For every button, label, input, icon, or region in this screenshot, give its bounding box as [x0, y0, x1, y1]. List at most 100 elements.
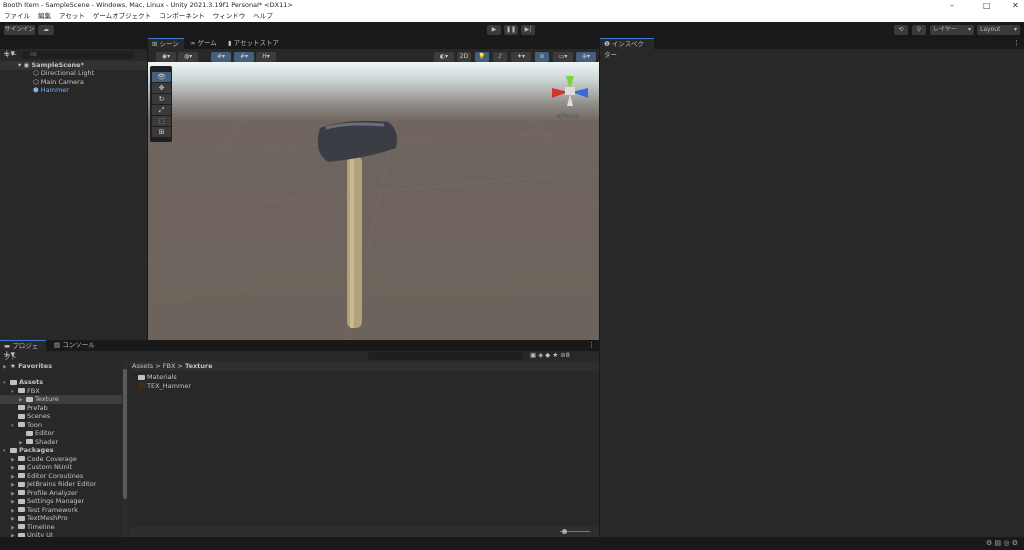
- render-dropdown[interactable]: ◍▾: [178, 52, 198, 62]
- minimize-button[interactable]: –: [950, 0, 954, 11]
- folder-tree-item[interactable]: ▶Custom NUnit: [11, 463, 72, 472]
- filter-icons[interactable]: ▣ ◈ ◆ ★ ⊘8: [530, 351, 570, 359]
- orientation-gizmo[interactable]: [548, 70, 593, 110]
- folder-icon: [10, 448, 17, 453]
- projection-label[interactable]: ⋞Persp: [556, 112, 579, 120]
- folder-tree-item[interactable]: ▾Assets: [3, 378, 43, 387]
- folder-tree-item[interactable]: ▶Settings Manager: [11, 497, 84, 506]
- item-label: Favorites: [18, 362, 52, 370]
- tree-scrollbar[interactable]: [122, 361, 128, 537]
- step-button[interactable]: ▶|: [521, 25, 535, 35]
- menu-component[interactable]: コンポーネント: [159, 12, 205, 20]
- folder-icon: [26, 397, 33, 402]
- folder-icon: [18, 499, 25, 504]
- expand-arrow-icon[interactable]: ▾: [3, 379, 10, 388]
- slider-thumb[interactable]: [562, 529, 567, 534]
- hidden-objects-icon[interactable]: ⊘: [535, 52, 549, 62]
- project-search-input[interactable]: [368, 352, 523, 360]
- breadcrumb-fbx[interactable]: FBX: [163, 362, 176, 370]
- folder-tree-item[interactable]: ▶Test Framework: [11, 506, 78, 515]
- lighting-toggle-icon[interactable]: 💡: [475, 52, 489, 62]
- 2d-toggle[interactable]: 2D: [457, 52, 471, 62]
- align-button[interactable]: H▾: [256, 52, 276, 62]
- history-icon[interactable]: ⟲: [894, 25, 908, 35]
- folder-icon: [26, 439, 33, 444]
- tools-overlay: 👁 ✥ ↻ ⤢ ⬚ ⊞: [150, 66, 172, 142]
- folder-tree-item[interactable]: ▾ Packages: [3, 446, 53, 455]
- camera-dropdown[interactable]: ▭▾: [553, 52, 573, 62]
- move-tool-icon[interactable]: ✥: [152, 83, 171, 93]
- rotate-tool-icon[interactable]: ↻: [152, 94, 171, 104]
- project-footer: [130, 527, 599, 537]
- folder-tree-item[interactable]: ▶Timeline: [11, 523, 55, 532]
- search-icon[interactable]: ⚲: [912, 25, 926, 35]
- hierarchy-item[interactable]: ⬢ Hammer: [33, 86, 69, 95]
- expand-arrow-icon[interactable]: ▾: [11, 422, 18, 431]
- menu-file[interactable]: ファイル: [4, 12, 30, 20]
- hierarchy-item[interactable]: ⬡ Main Camera: [33, 78, 84, 87]
- layout-dropdown[interactable]: Layout▾: [977, 25, 1020, 35]
- add-button[interactable]: +▾: [3, 50, 15, 59]
- hierarchy-item[interactable]: ⬡ Directional Light: [33, 69, 94, 78]
- folder-icon: [18, 473, 25, 478]
- status-icons[interactable]: ⚙ ▤ ◎ ⚙: [986, 539, 1018, 547]
- folder-tree-item[interactable]: ▶Shader: [19, 438, 58, 447]
- folder-tree-item[interactable]: ▶JetBrains Rider Editor: [11, 480, 96, 489]
- item-label: Test Framework: [27, 506, 78, 514]
- menu-edit[interactable]: 編集: [38, 12, 51, 20]
- more-icon[interactable]: ⋮: [1013, 39, 1020, 47]
- tab-inspector[interactable]: ❶ インスペクター: [600, 38, 654, 49]
- item-label: Packages: [19, 446, 53, 454]
- draw-mode-dropdown[interactable]: ◉▾: [156, 52, 176, 62]
- scene-name: SampleScene*: [31, 61, 84, 69]
- menu-assets[interactable]: アセット: [59, 12, 85, 20]
- file-item-materials[interactable]: Materials: [138, 373, 177, 382]
- grid-snap-button[interactable]: #▾: [211, 52, 231, 62]
- sign-in-button[interactable]: サインイン: [4, 25, 35, 35]
- folder-icon: [18, 516, 25, 521]
- play-button[interactable]: ▶: [487, 25, 501, 35]
- folder-tree-item[interactable]: ▶Editor Coroutines: [11, 472, 83, 481]
- breadcrumb-assets[interactable]: Assets: [132, 362, 153, 370]
- breadcrumb-texture[interactable]: Texture: [185, 362, 213, 370]
- tab-label: ゲーム: [197, 39, 216, 47]
- menu-gameobject[interactable]: ゲームオブジェクト: [93, 12, 151, 20]
- layers-dropdown[interactable]: レイヤー▾: [930, 25, 974, 35]
- folder-tree-item[interactable]: ▶Texture: [0, 395, 122, 404]
- shading-dropdown[interactable]: ◐▾: [434, 52, 454, 62]
- more-icon[interactable]: ⋮: [588, 341, 595, 349]
- expand-arrow-icon[interactable]: ▾: [3, 447, 10, 456]
- effects-dropdown[interactable]: ✦▾: [511, 52, 531, 62]
- tab-asset-store[interactable]: ▮ アセットストア: [224, 38, 283, 49]
- create-button[interactable]: +▾: [3, 351, 15, 360]
- tab-console[interactable]: ▤ コンソール: [50, 340, 99, 351]
- increment-snap-button[interactable]: #▾: [234, 52, 254, 62]
- tab-label: コンソール: [62, 341, 95, 349]
- rect-tool-icon[interactable]: ⬚: [152, 116, 171, 126]
- pause-button[interactable]: ❚❚: [504, 25, 518, 35]
- scale-tool-icon[interactable]: ⤢: [152, 105, 171, 115]
- folder-tree-item[interactable]: Editor: [19, 429, 54, 438]
- folder-tree-item[interactable]: ▶Code Coverage: [11, 455, 77, 464]
- maximize-button[interactable]: □: [983, 0, 991, 11]
- folder-tree-item[interactable]: ▶Profile Analyzer: [11, 489, 78, 498]
- transform-tool-icon[interactable]: ⊞: [152, 127, 171, 137]
- folder-tree-item[interactable]: ▶TextMeshPro: [11, 514, 68, 523]
- menu-window[interactable]: ウィンドウ: [213, 12, 246, 20]
- view-tool-icon[interactable]: 👁: [152, 72, 171, 82]
- cloud-icon[interactable]: ☁: [38, 25, 54, 35]
- hierarchy-search-input[interactable]: [22, 51, 134, 59]
- favorites-item[interactable]: ▶★ Favorites: [3, 362, 52, 371]
- folder-tree-item[interactable]: Scenes: [11, 412, 50, 421]
- gizmos-dropdown[interactable]: ⊕▾: [576, 52, 596, 62]
- scene-viewport[interactable]: 👁 ✥ ↻ ⤢ ⬚ ⊞ ⋞Persp: [148, 62, 599, 340]
- file-item-tex-hammer[interactable]: TEX_Hammer: [138, 382, 191, 391]
- audio-toggle-icon[interactable]: ♪: [493, 52, 507, 62]
- close-button[interactable]: ✕: [1012, 0, 1019, 11]
- tab-scene[interactable]: ⊞ シーン: [148, 38, 184, 49]
- tab-game[interactable]: ∞ ゲーム: [186, 38, 221, 49]
- folder-tree-item[interactable]: ▾Toon: [11, 421, 42, 430]
- folder-tree-item[interactable]: Prefab: [11, 404, 48, 413]
- menu-help[interactable]: ヘルプ: [253, 12, 273, 20]
- folder-tree-item[interactable]: ▾FBX: [11, 387, 40, 396]
